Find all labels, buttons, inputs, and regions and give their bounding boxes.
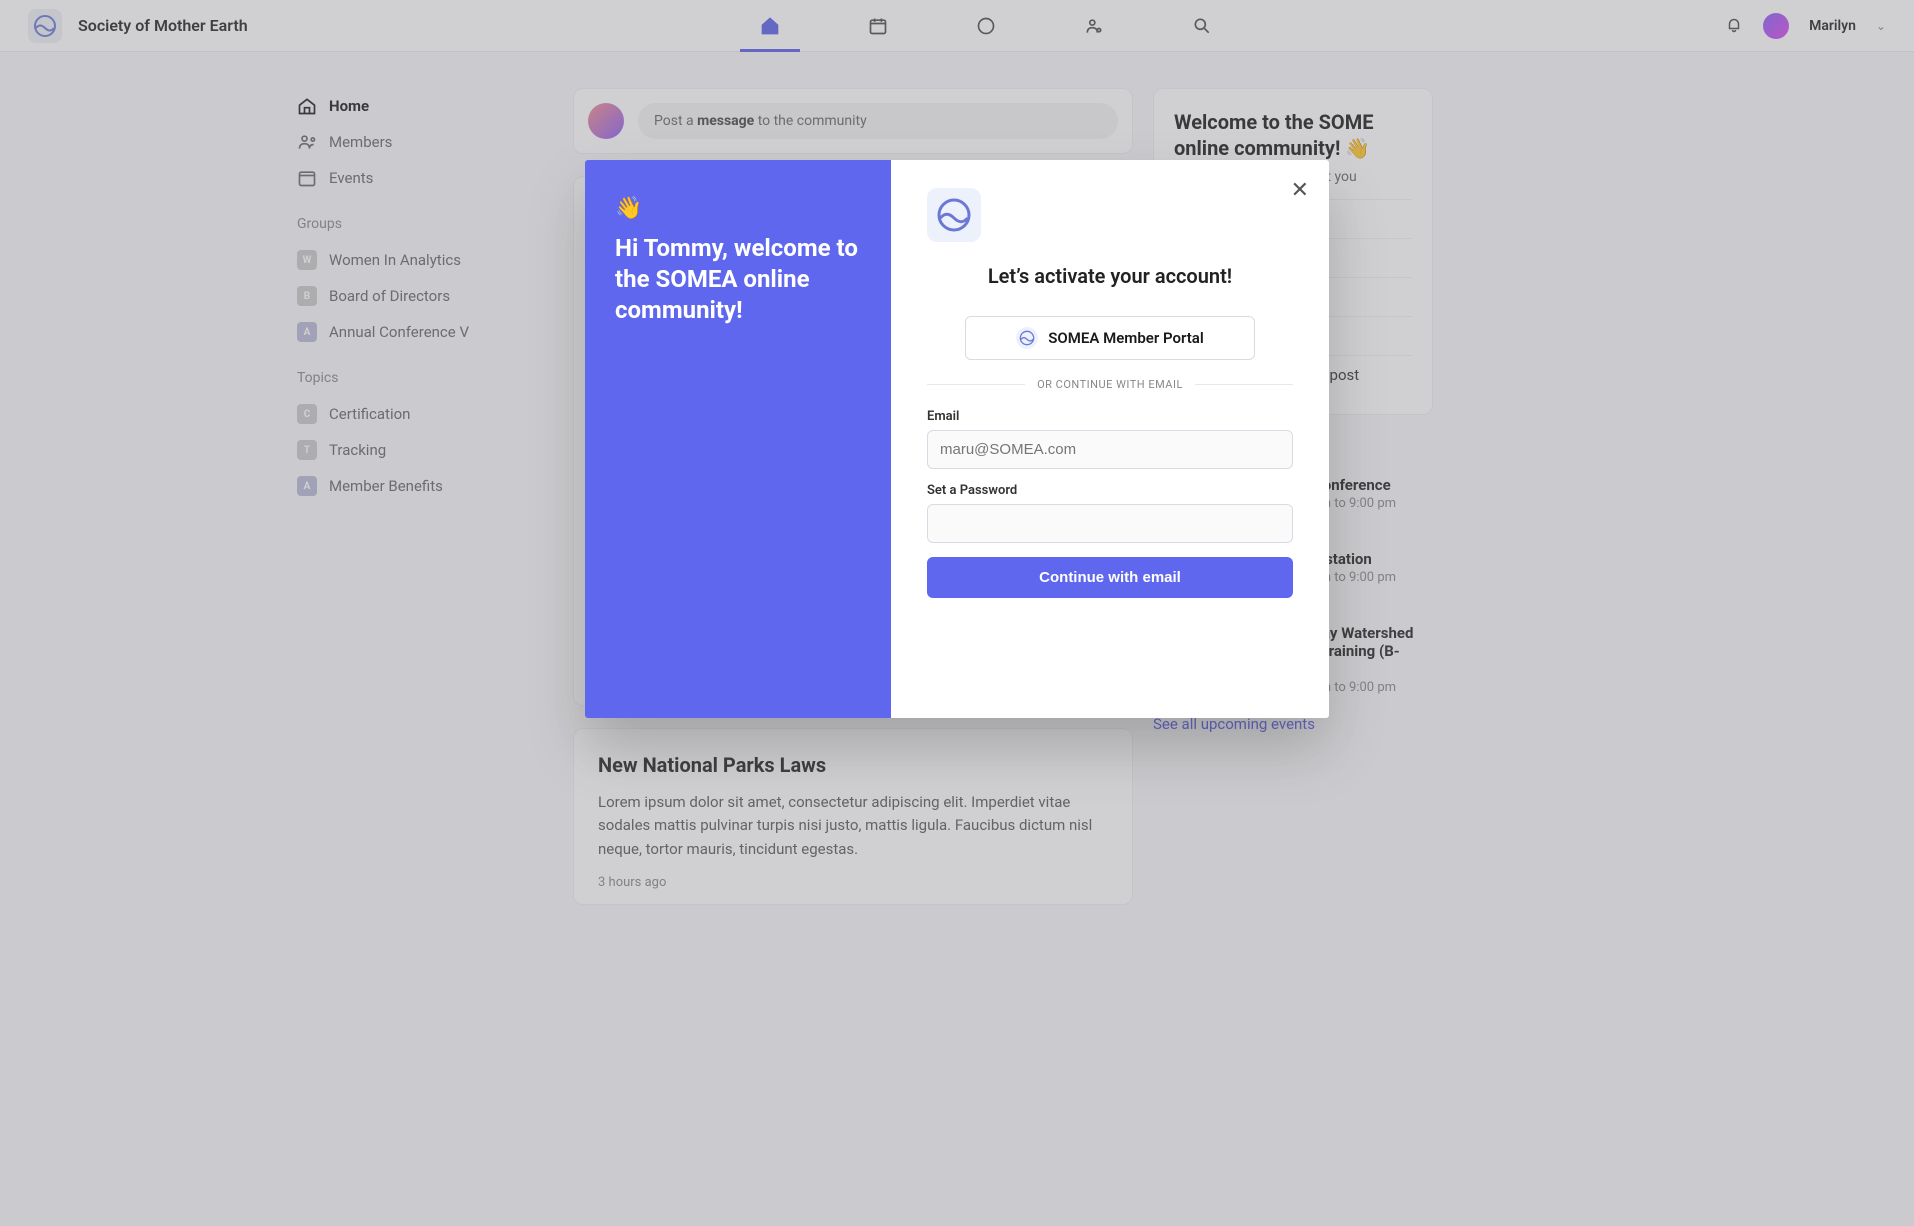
continue-button[interactable]: Continue with email bbox=[927, 557, 1293, 598]
password-label: Set a Password bbox=[927, 483, 1293, 498]
modal-welcome-text: Hi Tommy, welcome to the SOMEA online co… bbox=[615, 233, 861, 327]
modal-left-panel: 👋 Hi Tommy, welcome to the SOMEA online … bbox=[585, 160, 891, 718]
sso-label: SOMEA Member Portal bbox=[1048, 329, 1203, 347]
form-divider: OR CONTINUE WITH EMAIL bbox=[927, 378, 1293, 391]
close-button[interactable]: ✕ bbox=[1291, 178, 1309, 203]
sso-button[interactable]: SOMEA Member Portal bbox=[965, 316, 1255, 360]
modal-right-panel: ✕ Let’s activate your account! SOMEA Mem… bbox=[891, 160, 1329, 718]
email-input[interactable] bbox=[927, 430, 1293, 469]
wave-emoji: 👋 bbox=[615, 196, 861, 221]
activation-modal: 👋 Hi Tommy, welcome to the SOMEA online … bbox=[585, 160, 1329, 718]
sso-logo bbox=[1016, 327, 1038, 349]
password-input[interactable] bbox=[927, 504, 1293, 543]
email-label: Email bbox=[927, 409, 1293, 424]
globe-icon bbox=[1019, 330, 1035, 346]
modal-title: Let’s activate your account! bbox=[927, 264, 1293, 288]
modal-overlay: 👋 Hi Tommy, welcome to the SOMEA online … bbox=[0, 0, 1914, 1226]
globe-icon bbox=[936, 197, 972, 233]
modal-logo bbox=[927, 188, 981, 242]
